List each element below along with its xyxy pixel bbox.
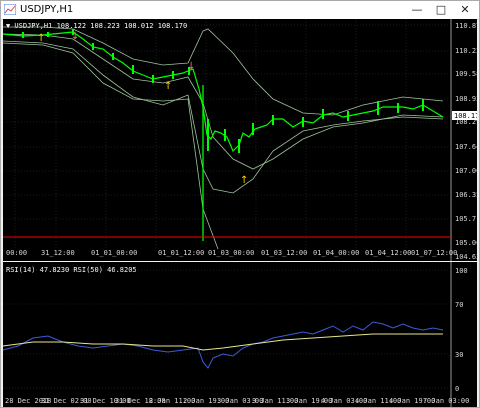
arrow-down-icon: ↓ [187,61,195,72]
chart-window: USDJPY,H1 — □ ✕ ▼ USDJPY,H1 108.122 108.… [0,0,480,408]
title-bar[interactable]: USDJPY,H1 — □ ✕ [1,1,479,20]
rsi-chart[interactable]: RSI(14) 47.8230 RSI(50) 46.8205 100 70 3… [3,262,477,407]
time-tick: 31_12:00 [41,249,75,257]
time-tick: 01_03_00:00 [208,249,254,257]
price-tick: 110.225 [455,47,477,55]
arrow-up-icon: ↑ [240,175,248,186]
price-tick: 109.580 [455,70,477,78]
chart-window-icon [4,4,16,15]
price-tick: 105.065 [455,239,477,247]
time-tick: 01_01_12:00 [158,249,204,257]
minimize-button[interactable]: — [405,1,429,18]
time-tick: 7 Jan 03:00 [423,397,469,405]
price-tick: 105.710 [455,215,477,223]
price-chart[interactable]: ▼ USDJPY,H1 108.122 108.223 108.012 108.… [3,19,477,261]
price-tick: 110.870 [455,22,477,30]
rsi-time-axis: 28 Dec 2018 31 Dec 02:00 31 Dec 10:00 31… [5,397,469,405]
rsi-level: 0 [455,385,459,393]
time-tick: 01_03_12:00 [261,249,307,257]
price-tick: 106.355 [455,191,477,199]
arrow-up-icon: ↑ [164,81,172,92]
rsi-level: 30 [455,351,463,359]
chart-info: ▼ USDJPY,H1 108.122 108.223 108.012 108.… [6,22,187,30]
current-price: 108.170 [454,112,477,120]
price-tick: 107.645 [455,143,477,151]
time-tick: 01_04_00:00 [313,249,359,257]
arrow-up-icon: ↑ [37,33,45,44]
time-tick: 01_01_00:00 [91,249,137,257]
price-tick: 108.935 [455,95,477,103]
close-button[interactable]: ✕ [453,1,477,18]
arrow-down-icon: ↓ [71,31,79,42]
maximize-button[interactable]: □ [429,1,453,18]
time-tick: 01_04_12:00 [365,249,411,257]
time-tick: 01_07_12:00 [411,249,457,257]
window-title: USDJPY,H1 [20,4,74,15]
rsi-level: 100 [455,267,468,275]
price-tick: 107.000 [455,167,477,175]
time-axis: 00:00 31_12:00 01_01_00:00 01_01_12:00 0… [6,249,457,257]
price-tick: 104.630 [455,253,477,261]
time-tick: 00:00 [6,249,27,257]
rsi-level: 70 [455,301,463,309]
